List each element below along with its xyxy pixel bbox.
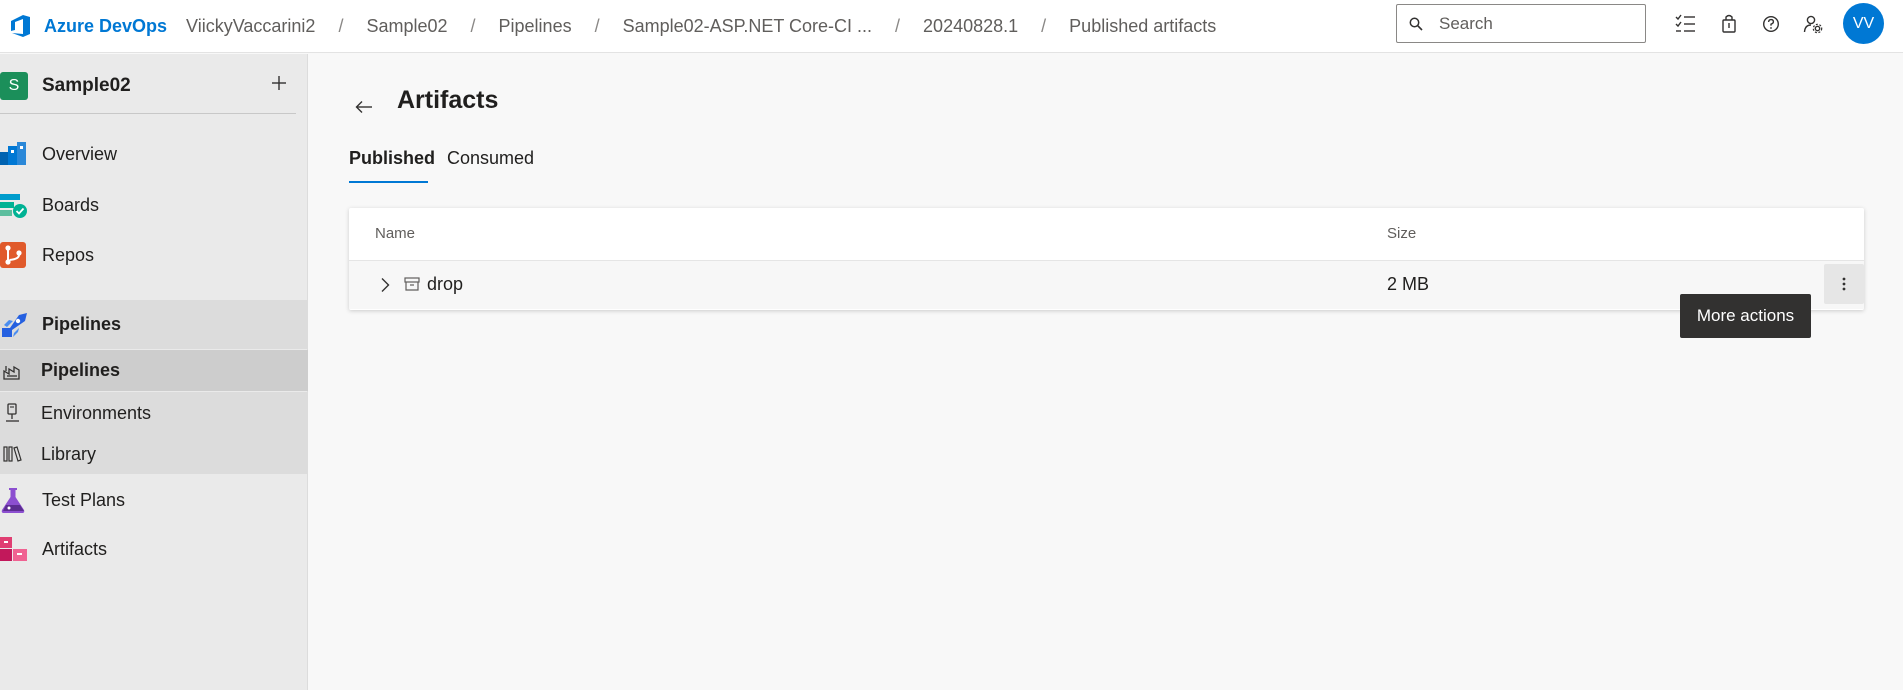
breadcrumb: ViickyVaccarini2 / Sample02 / Pipelines … xyxy=(181,16,1221,37)
sidebar-item-overview[interactable]: Overview xyxy=(0,131,308,177)
user-settings-icon[interactable] xyxy=(1799,10,1827,38)
sidebar-item-repos[interactable]: Repos xyxy=(0,232,308,278)
help-icon[interactable] xyxy=(1757,10,1785,38)
task-list-icon[interactable] xyxy=(1671,10,1699,38)
breadcrumb-separator: / xyxy=(895,15,901,36)
sidebar-item-pipelines-sub[interactable]: Pipelines xyxy=(0,350,308,391)
sidebar-item-label: Pipelines xyxy=(42,314,122,334)
sidebar-item-label: Overview xyxy=(42,143,118,164)
breadcrumb-current-page[interactable]: Published artifacts xyxy=(1064,16,1221,37)
artifacts-icon xyxy=(0,535,28,563)
more-actions-button[interactable] xyxy=(1824,264,1864,304)
test-plans-icon xyxy=(0,486,28,514)
sidebar-item-label: Repos xyxy=(42,244,95,265)
back-button[interactable] xyxy=(350,93,378,121)
project-avatar: S xyxy=(0,72,28,100)
search-input[interactable] xyxy=(1439,13,1639,34)
tab-published[interactable]: Published xyxy=(349,148,435,183)
page-title: Artifacts xyxy=(397,86,499,114)
sidebar-item-artifacts[interactable]: Artifacts xyxy=(0,526,308,572)
repos-icon xyxy=(0,241,28,269)
artifacts-table: Name Size drop 2 MB xyxy=(349,208,1864,310)
breadcrumb-separator: / xyxy=(338,15,344,36)
arrow-left-icon xyxy=(355,101,372,113)
sidebar-item-boards[interactable]: Boards xyxy=(0,182,308,228)
more-vertical-icon xyxy=(1842,277,1846,291)
column-header-name[interactable]: Name xyxy=(375,225,415,242)
azure-devops-logo-icon[interactable] xyxy=(6,11,36,41)
pipelines-icon xyxy=(0,311,28,339)
plus-icon xyxy=(272,76,286,90)
shopping-bag-icon[interactable] xyxy=(1715,10,1743,38)
sidebar-item-environments[interactable]: Environments xyxy=(0,392,308,434)
breadcrumb-project[interactable]: Sample02 xyxy=(361,16,452,37)
environments-icon xyxy=(2,402,24,424)
library-icon xyxy=(2,443,24,465)
sidebar-item-label: Artifacts xyxy=(42,538,108,559)
sidebar-item-label: Library xyxy=(41,443,97,464)
add-button[interactable] xyxy=(266,70,292,96)
project-name: Sample02 xyxy=(42,75,131,96)
project-header[interactable]: S Sample02 xyxy=(0,66,308,106)
sidebar-item-label: Boards xyxy=(42,194,100,215)
top-bar: Azure DevOps ViickyVaccarini2 / Sample02… xyxy=(0,0,1903,53)
artifact-size: 2 MB xyxy=(1387,274,1430,294)
sidebar-item-test-plans[interactable]: Test Plans xyxy=(0,477,308,523)
tab-consumed[interactable]: Consumed xyxy=(447,148,534,181)
boards-icon xyxy=(0,191,28,219)
sidebar-item-pipelines[interactable]: Pipelines xyxy=(0,300,308,349)
more-actions-tooltip: More actions xyxy=(1680,294,1811,338)
breadcrumb-separator: / xyxy=(1041,15,1047,36)
main-content: Artifacts Published Consumed Name Size d… xyxy=(309,54,1903,690)
table-row[interactable]: drop 2 MB xyxy=(349,260,1864,309)
breadcrumb-pipelines[interactable]: Pipelines xyxy=(494,16,577,37)
search-icon xyxy=(1409,16,1425,32)
breadcrumb-separator: / xyxy=(594,15,600,36)
pipelines-sub-icon xyxy=(2,360,24,382)
search-box[interactable] xyxy=(1396,4,1646,43)
overview-icon xyxy=(0,140,28,168)
user-avatar[interactable]: VV xyxy=(1843,3,1884,44)
sidebar-item-label: Environments xyxy=(41,402,152,423)
brand-name[interactable]: Azure DevOps xyxy=(44,16,167,37)
sidebar: S Sample02 Overview Boards Repos Pipelin… xyxy=(0,54,308,690)
sidebar-item-label: Pipelines xyxy=(41,360,121,380)
breadcrumb-organization[interactable]: ViickyVaccarini2 xyxy=(181,16,320,37)
sidebar-item-label: Test Plans xyxy=(42,489,126,510)
breadcrumb-run[interactable]: 20240828.1 xyxy=(918,16,1023,37)
archive-icon xyxy=(403,275,421,293)
breadcrumb-separator: / xyxy=(470,15,476,36)
column-header-size[interactable]: Size xyxy=(1387,225,1416,242)
sidebar-divider xyxy=(0,113,296,114)
chevron-right-icon[interactable] xyxy=(375,274,395,296)
sidebar-item-library[interactable]: Library xyxy=(0,434,308,474)
artifact-name[interactable]: drop xyxy=(427,274,463,295)
breadcrumb-pipeline[interactable]: Sample02-ASP.NET Core-CI ... xyxy=(618,16,877,37)
